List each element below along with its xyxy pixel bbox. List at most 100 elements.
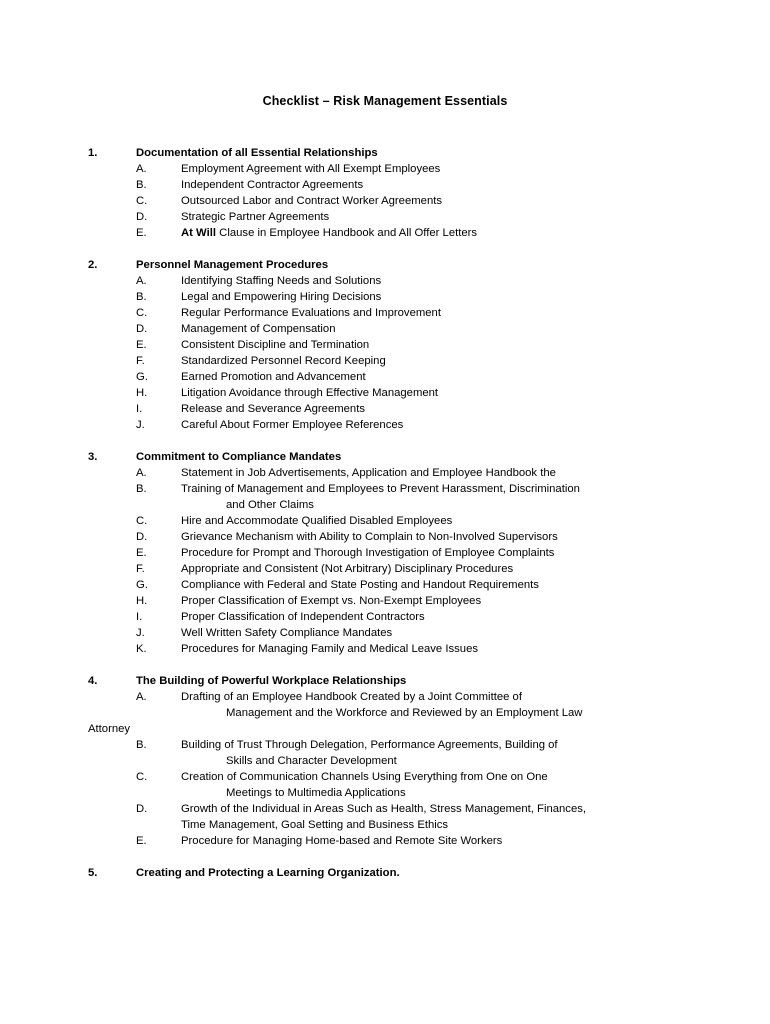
item-text: Training of Management and Employees to … — [181, 483, 580, 495]
item-letter: E. — [136, 547, 147, 559]
section-heading-row: 1. Documentation of all Essential Relatio… — [0, 145, 770, 161]
item-text: Hire and Accommodate Qualified Disabled … — [181, 515, 453, 527]
item-letter: F. — [136, 563, 145, 575]
item-text: At Will Clause in Employee Handbook and … — [181, 225, 477, 241]
checklist-item: G. Compliance with Federal and State Post… — [0, 577, 770, 593]
item-letter: C. — [136, 195, 148, 207]
checklist-item: C. Regular Performance Evaluations and Im… — [0, 305, 770, 321]
checklist-item: C. Hire and Accommodate Qualified Disable… — [0, 513, 770, 529]
item-letter: B. — [136, 483, 147, 495]
item-letter: D. — [136, 531, 148, 543]
item-text: Legal and Empowering Hiring Decisions — [181, 291, 382, 303]
item-text: Litigation Avoidance through Effective M… — [181, 387, 439, 399]
item-text: Management of Compensation — [181, 323, 336, 335]
section-heading-label: Commitment to Compliance Mandates — [136, 451, 342, 463]
checklist-section: 2. Personnel Management Procedures A. Ident… — [0, 257, 770, 433]
item-letter: H. — [136, 595, 148, 607]
item-text: Standardized Personnel Record Keeping — [181, 355, 386, 367]
section-heading-row: 3. Commitment to Compliance Mandates — [0, 449, 770, 465]
item-letter: A. — [136, 275, 147, 287]
checklist-item: F. Standardized Personnel Record Keeping — [0, 353, 770, 369]
item-continuation-text: Skills and Character Development — [226, 755, 397, 767]
item-letter: I. — [136, 403, 143, 415]
item-text: Regular Performance Evaluations and Impr… — [181, 307, 441, 319]
checklist-item: A. Statement in Job Advertisements, Appli… — [0, 465, 770, 481]
item-letter: E. — [136, 339, 147, 351]
item-continuation-text: and Other Claims — [226, 499, 314, 511]
item-text: Outsourced Labor and Contract Worker Agr… — [181, 195, 443, 207]
checklist-item: A. Identifying Staffing Needs and Solutio… — [0, 273, 770, 289]
checklist-item: H. Litigation Avoidance through Effective… — [0, 385, 770, 401]
checklist-item: D. Strategic Partner Agreements — [0, 209, 770, 225]
item-letter: K. — [136, 643, 147, 655]
item-text-emphasis: At Will — [181, 227, 217, 239]
item-text: Procedure for Prompt and Thorough Invest… — [181, 547, 555, 559]
checklist-item: B. Building of Trust Through Delegation, … — [0, 737, 770, 753]
checklist-item: E. Procedure for Managing Home-based and … — [0, 833, 770, 849]
item-text: Building of Trust Through Delegation, Pe… — [181, 739, 558, 751]
section-number: 1. — [88, 147, 98, 159]
item-continuation-text: Meetings to Multimedia Applications — [226, 787, 406, 799]
item-letter: C. — [136, 515, 148, 527]
checklist-item: B. Independent Contractor Agreements — [0, 177, 770, 193]
item-letter: C. — [136, 771, 148, 783]
item-text: Drafting of an Employee Handbook Created… — [181, 691, 522, 703]
item-continuation-line: Skills and Character Development — [0, 753, 770, 769]
checklist-item: J. Well Written Safety Compliance Mandate… — [0, 625, 770, 641]
item-letter: B. — [136, 179, 147, 191]
section-number: 5. — [88, 867, 98, 879]
item-letter: A. — [136, 467, 147, 479]
item-letter: A. — [136, 163, 147, 175]
item-text: Strategic Partner Agreements — [181, 211, 330, 223]
item-margin-continuation-line: Attorney — [0, 721, 770, 737]
section-heading-row: 5. Creating and Protecting a Learning Org… — [0, 865, 770, 881]
item-text: Earned Promotion and Advancement — [181, 371, 366, 383]
section-heading-row: 4. The Building of Powerful Workplace Rel… — [0, 673, 770, 689]
item-flush-continuation-line: Time Management, Goal Setting and Busine… — [0, 817, 770, 833]
item-text: Consistent Discipline and Termination — [181, 339, 370, 351]
item-letter: H. — [136, 387, 148, 399]
item-letter: J. — [136, 419, 145, 431]
checklist-item: C. Creation of Communication Channels Usi… — [0, 769, 770, 785]
checklist-item: A. Drafting of an Employee Handbook Creat… — [0, 689, 770, 705]
item-text-remainder: Clause in Employee Handbook and All Offe… — [216, 227, 478, 239]
item-margin-continuation-text: Attorney — [88, 723, 131, 735]
item-letter: E. — [136, 227, 147, 239]
item-text: Employment Agreement with All Exempt Emp… — [181, 163, 441, 175]
checklist-item: E. At Will Clause in Employee Handbook an… — [0, 225, 770, 241]
page-title: Checklist – Risk Management Essentials — [262, 94, 508, 108]
item-text: Statement in Job Advertisements, Applica… — [181, 467, 556, 479]
checklist-item: K. Procedures for Managing Family and Med… — [0, 641, 770, 657]
item-text: Proper Classification of Exempt vs. Non-… — [181, 595, 482, 607]
section-heading-label: Documentation of all Essential Relations… — [136, 147, 378, 159]
checklist-section: 4. The Building of Powerful Workplace Rel… — [0, 673, 770, 849]
checklist-section: 1. Documentation of all Essential Relatio… — [0, 145, 770, 241]
checklist-item: J. Careful About Former Employee Referenc… — [0, 417, 770, 433]
item-text: Growth of the Individual in Areas Such a… — [181, 803, 587, 815]
item-flush-continuation-text: Time Management, Goal Setting and Busine… — [181, 819, 449, 831]
item-text: Independent Contractor Agreements — [181, 179, 364, 191]
checklist-item: E. Procedure for Prompt and Thorough Inve… — [0, 545, 770, 561]
item-text: Careful About Former Employee References — [181, 419, 404, 431]
item-continuation-line: Meetings to Multimedia Applications — [0, 785, 770, 801]
item-letter: D. — [136, 803, 148, 815]
item-letter: C. — [136, 307, 148, 319]
checklist-item: E. Consistent Discipline and Termination — [0, 337, 770, 353]
item-text: Grievance Mechanism with Ability to Comp… — [181, 531, 558, 543]
checklist-section: 5. Creating and Protecting a Learning Org… — [0, 865, 770, 881]
item-text: Appropriate and Consistent (Not Arbitrar… — [181, 563, 514, 575]
checklist-item: I. Release and Severance Agreements — [0, 401, 770, 417]
item-text: Release and Severance Agreements — [181, 403, 366, 415]
checklist-item: G. Earned Promotion and Advancement — [0, 369, 770, 385]
section-number: 3. — [88, 451, 98, 463]
document-page: Checklist – Risk Management Essentials 1… — [0, 0, 770, 1024]
item-letter: E. — [136, 835, 147, 847]
section-number: 4. — [88, 675, 98, 687]
item-continuation-text: Management and the Workforce and Reviewe… — [226, 707, 583, 719]
checklist-item: B. Training of Management and Employees t… — [0, 481, 770, 497]
checklist-item: C. Outsourced Labor and Contract Worker A… — [0, 193, 770, 209]
item-continuation-line: and Other Claims — [0, 497, 770, 513]
item-text: Creation of Communication Channels Using… — [181, 771, 548, 783]
item-text: Compliance with Federal and State Postin… — [181, 579, 539, 591]
checklist-item: D. Management of Compensation — [0, 321, 770, 337]
